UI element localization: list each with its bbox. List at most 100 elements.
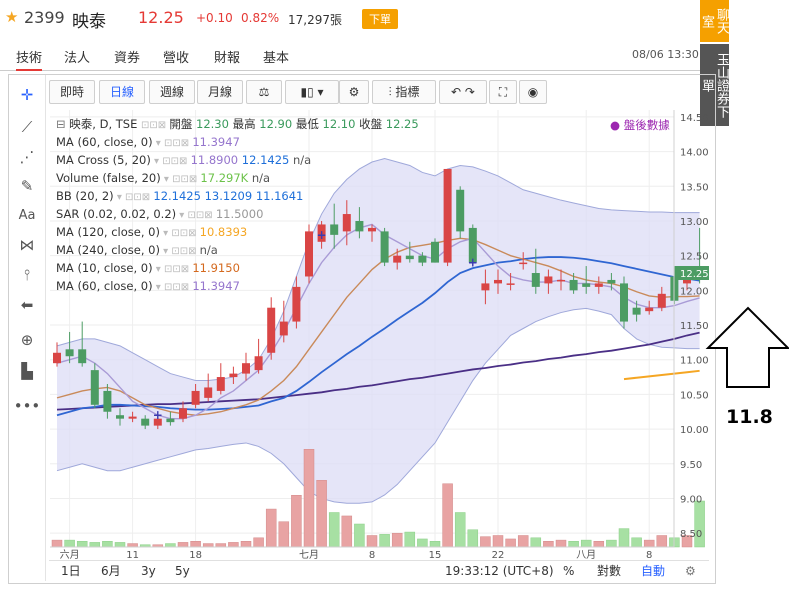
legend-row-label: Volume (false, 20) (56, 171, 161, 185)
legend-row-icons[interactable]: ▾ ⊡⊡⊠ (153, 264, 193, 275)
text-tool-icon[interactable]: Aa (9, 205, 45, 227)
legend-row-value: 17.297K (200, 171, 252, 185)
legend-row-label: MA Cross (5, 20) (56, 153, 151, 167)
drawing-toolbar: ✛ ⟋ ⋰ ✎ Aa ⋈ ⫯ ⬅ ⊕ ▙ ••• (9, 75, 46, 581)
trend-line-icon[interactable]: ⟋ (9, 116, 45, 138)
legend-rows: MA (60, close, 0) ▾ ⊡⊡⊠ 11.3947 MA Cross… (56, 134, 419, 296)
ohlc-open: 12.30 (196, 117, 229, 131)
undo-redo-icon[interactable]: ↶ ↷ (439, 80, 487, 104)
measure-icon[interactable]: ⫯ (9, 264, 45, 286)
log-toggle[interactable]: 對數 (597, 561, 621, 581)
section-tabs: 技術 法人 資券 營收 財報 基本 (0, 44, 705, 71)
clock: 19:33:12 (UTC+8) (445, 564, 554, 578)
tab-institutional[interactable]: 法人 (64, 47, 90, 66)
legend-row-label: BB (20, 2) (56, 189, 114, 203)
legend-header: ⊟ 映泰, D, TSE ⊡⊡⊠ 開盤 12.30 最高 12.90 最低 12… (56, 116, 419, 134)
annotation-label: 11.8 (726, 406, 773, 428)
arrow-left-icon[interactable]: ⬅ (9, 294, 45, 316)
legend-row-icons[interactable]: ▾ ⊡⊡⊠ (153, 282, 193, 293)
legend-row-label: MA (60, close, 0) (56, 135, 153, 149)
legend-row-value: 11.5000 (215, 207, 264, 221)
legend-row-icons[interactable]: ▾ ⊡⊡⊠ (151, 156, 191, 167)
interval-realtime[interactable]: 即時 (49, 80, 95, 104)
annotation-arrow (705, 306, 789, 388)
collapse-icon[interactable]: ⊟ (56, 117, 66, 131)
tab-revenue[interactable]: 營收 (163, 47, 189, 66)
tab-basic[interactable]: 基本 (263, 47, 289, 66)
legend-row-value: 13.1209 (204, 189, 256, 203)
legend-row-value: 11.1641 (255, 189, 304, 203)
legend-row: MA (240, close, 0) ▾ ⊡⊡⊠ n/a (56, 242, 419, 260)
bottom-bar: 1日 6月 3y 5y 19:33:12 (UTC+8) % 對數 自動 ⚙ (49, 560, 709, 581)
tab-technical[interactable]: 技術 (16, 47, 43, 71)
gear-icon[interactable]: ⚙ (685, 561, 696, 581)
settings-icon[interactable]: ⚙ (339, 80, 369, 104)
legend-row-value: 12.1425 (241, 153, 293, 167)
auto-toggle[interactable]: 自動 (641, 561, 665, 581)
after-hours-link[interactable]: ● 盤後數據 (610, 117, 670, 133)
fullscreen-icon[interactable]: ⛶ (489, 80, 517, 104)
quote-datetime: 08/06 13:30 (632, 48, 699, 61)
range-3y[interactable]: 3y (141, 561, 156, 581)
legend-row-value: n/a (293, 153, 312, 167)
brush-icon[interactable]: ✎ (9, 175, 45, 197)
trade-volume: 17,297張 (288, 13, 342, 27)
legend-title: 映泰, D, TSE (69, 117, 138, 131)
chart-type-icon[interactable]: ▮▯ ▾ (285, 80, 339, 104)
legend-row-label: MA (10, close, 0) (56, 261, 153, 275)
up-arrow-icon (705, 306, 789, 388)
ohlc-low: 12.10 (322, 117, 356, 131)
ruler-icon[interactable]: ▙ (9, 360, 45, 382)
legend-row-icons[interactable]: ▾ ⊡⊡⊠ (161, 174, 201, 185)
range-5y[interactable]: 5y (175, 561, 190, 581)
chatroom-button[interactable]: 聊天室 (699, 0, 729, 42)
indicators-label: 指標 (395, 85, 420, 99)
tab-financials[interactable]: 財報 (214, 47, 240, 66)
ohlc-low-label: 最低 (295, 117, 319, 131)
cursor-cross-icon[interactable]: ✛ (9, 84, 45, 106)
zoom-in-icon[interactable]: ⊕ (9, 329, 45, 351)
legend-row: MA (60, close, 0) ▾ ⊡⊡⊠ 11.3947 (56, 134, 419, 152)
stock-price: 12.25 (138, 8, 184, 27)
legend-row-icons[interactable]: ▾ ⊡⊡⊠ (153, 138, 193, 149)
legend-row-label: SAR (0.02, 0.02, 0.2) (56, 207, 177, 221)
range-6m[interactable]: 6月 (101, 561, 121, 581)
camera-icon[interactable]: ◉ (519, 80, 547, 104)
legend-eye-icons[interactable]: ⊡⊡⊠ (141, 120, 169, 131)
legend-row-icons[interactable]: ▾ ⊡⊡⊠ (160, 228, 200, 239)
more-icon[interactable]: ••• (9, 395, 45, 417)
tab-margin[interactable]: 資券 (114, 47, 140, 66)
stock-code: 2399 (24, 8, 65, 27)
percent-toggle[interactable]: % (563, 561, 574, 581)
quote-header: ★ 2399 映泰 12.25 +0.10 0.82% 17,297張 下單 (0, 0, 700, 40)
ohlc-high: 12.90 (259, 117, 293, 131)
legend-row-icons[interactable]: ▾ ⊡⊡⊠ (160, 246, 200, 257)
stock-name: 映泰 (72, 12, 106, 32)
legend-row: MA Cross (5, 20) ▾ ⊡⊡⊠ 11.8900 12.1425 n… (56, 152, 419, 170)
favorite-star-icon[interactable]: ★ (5, 8, 18, 26)
after-hours-label: 盤後數據 (623, 118, 670, 132)
compare-icon[interactable]: ⚖ (246, 80, 282, 104)
legend-row-value: 11.3947 (192, 135, 240, 149)
indicators-button[interactable]: ⫶ 指標 (372, 80, 436, 104)
legend-row-value: n/a (199, 243, 218, 257)
legend-row-icons[interactable]: ▾ ⊡⊡⊠ (114, 192, 154, 203)
order-button[interactable]: 下單 (362, 9, 398, 29)
legend-row: MA (10, close, 0) ▾ ⊡⊡⊠ 11.9150 (56, 260, 419, 278)
legend-row-label: MA (240, close, 0) (56, 243, 160, 257)
legend-row: MA (120, close, 0) ▾ ⊡⊡⊠ 10.8393 (56, 224, 419, 242)
ohlc-close: 12.25 (385, 117, 419, 131)
pattern-icon[interactable]: ⋈ (9, 234, 45, 256)
interval-weekly[interactable]: 週線 (149, 80, 195, 104)
chart-legend: ⊟ 映泰, D, TSE ⊡⊡⊠ 開盤 12.30 最高 12.90 最低 12… (56, 116, 419, 296)
fib-icon[interactable]: ⋰ (9, 146, 45, 168)
legend-row: MA (60, close, 0) ▾ ⊡⊡⊠ 11.3947 (56, 278, 419, 296)
ohlc-high-label: 最高 (232, 117, 256, 131)
legend-row-icons[interactable]: ▾ ⊡⊡⊠ (176, 210, 216, 221)
interval-monthly[interactable]: 月線 (197, 80, 243, 104)
range-1d[interactable]: 1日 (61, 561, 81, 581)
ohlc-close-label: 收盤 (359, 117, 383, 131)
interval-daily[interactable]: 日線 (99, 80, 145, 104)
legend-row: BB (20, 2) ▾ ⊡⊡⊠ 12.1425 13.1209 11.1641 (56, 188, 419, 206)
legend-row-label: MA (120, close, 0) (56, 225, 160, 239)
